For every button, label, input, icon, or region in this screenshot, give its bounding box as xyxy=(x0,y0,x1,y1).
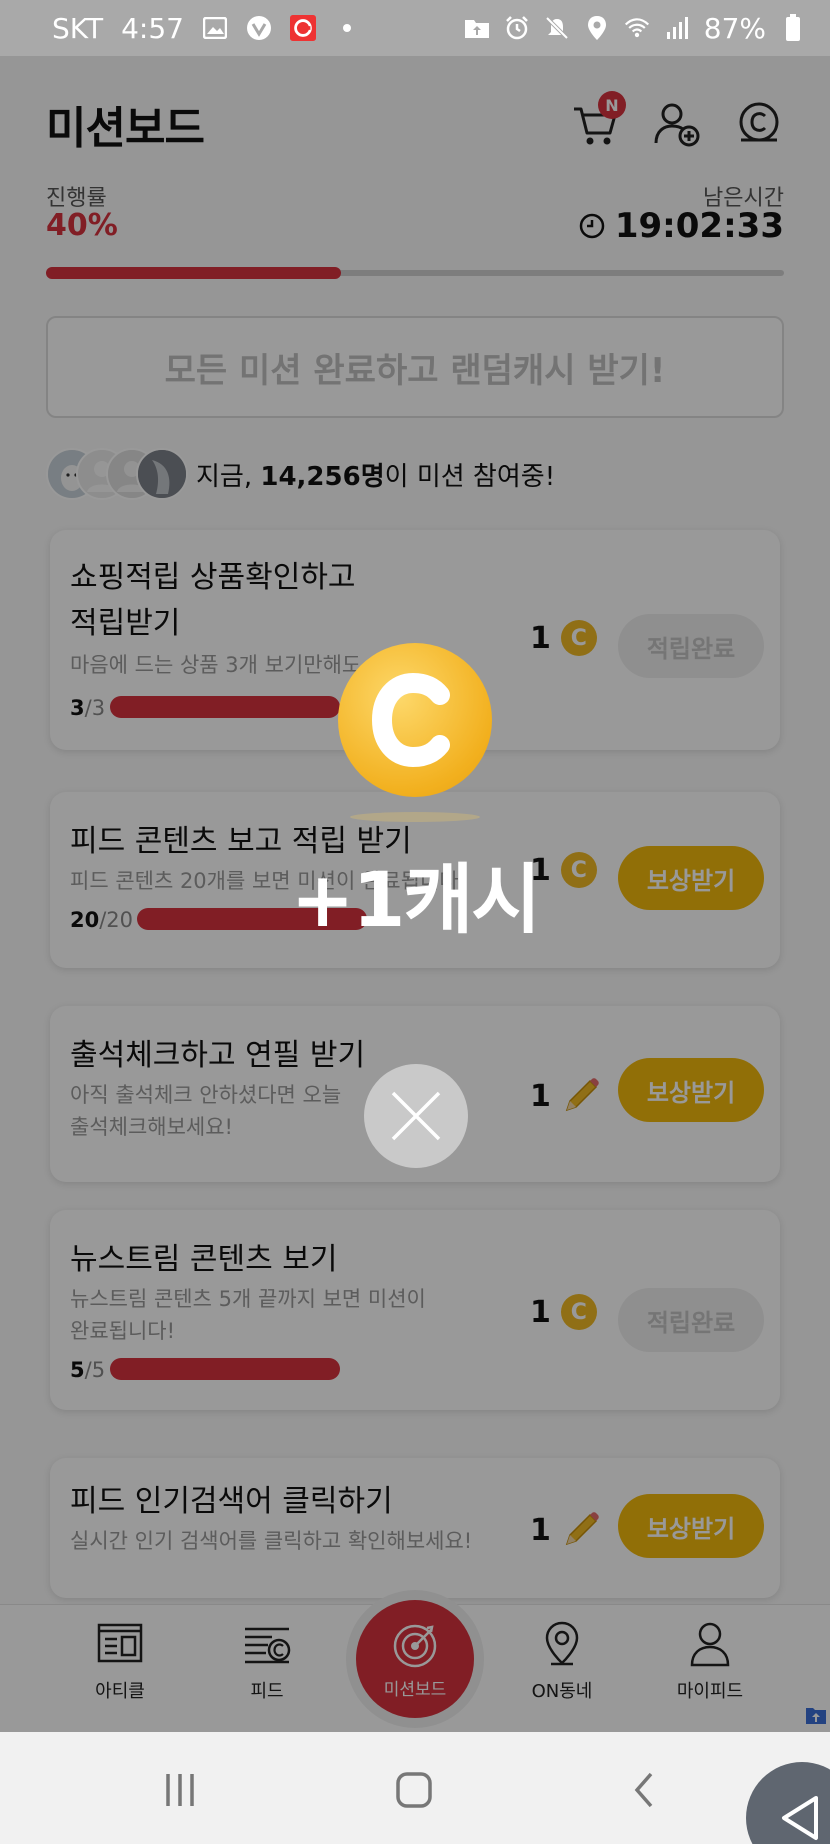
home-icon xyxy=(396,1772,432,1808)
close-popup-button[interactable] xyxy=(364,1064,468,1168)
reward-coin-icon xyxy=(338,643,492,797)
battery-icon xyxy=(780,14,806,41)
status-bar: SKT 4:57 87% xyxy=(0,0,830,56)
wifi-icon xyxy=(624,15,650,41)
recent-apps-icon xyxy=(166,1774,194,1806)
clock: 4:57 xyxy=(121,11,184,45)
home-button[interactable] xyxy=(384,1760,444,1820)
alarm-icon xyxy=(504,15,530,41)
vivaldi-icon xyxy=(246,15,272,41)
triangle-back-icon xyxy=(782,1796,818,1840)
back-icon xyxy=(634,1772,653,1808)
mute-icon xyxy=(544,15,570,41)
image-icon xyxy=(202,15,228,41)
battery-percent: 87% xyxy=(703,11,766,45)
close-icon xyxy=(391,1091,441,1141)
system-navigation-bar xyxy=(0,1732,830,1844)
app-c-icon xyxy=(289,15,316,41)
recent-apps-button[interactable] xyxy=(150,1760,210,1820)
location-icon xyxy=(584,15,610,41)
carrier-label: SKT xyxy=(52,11,104,45)
dot-icon xyxy=(334,15,360,41)
upload-folder-icon xyxy=(464,15,490,41)
signal-icon xyxy=(664,15,690,41)
back-button[interactable] xyxy=(615,1760,675,1820)
reward-amount-text: +1캐시 xyxy=(290,855,541,944)
reward-coin-shadow xyxy=(350,812,480,822)
